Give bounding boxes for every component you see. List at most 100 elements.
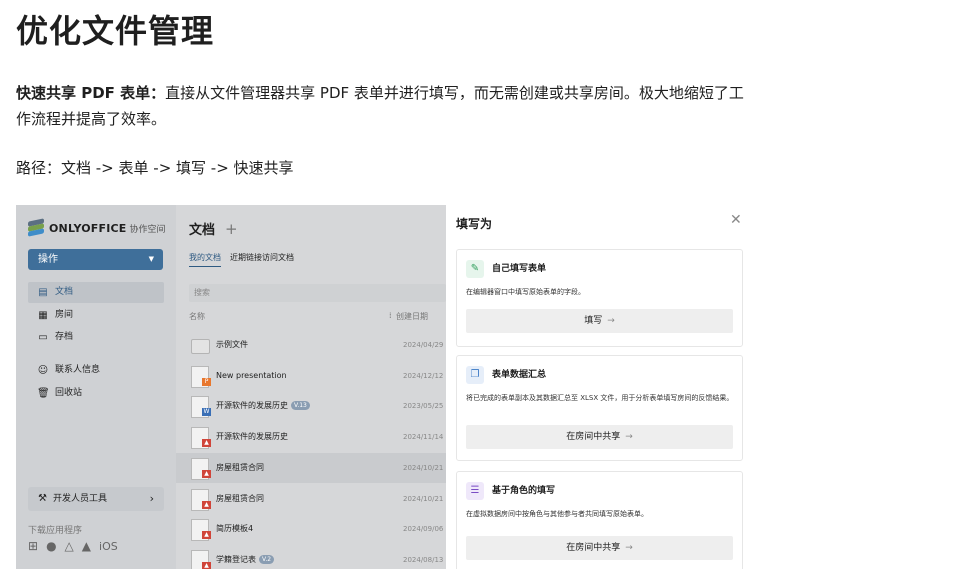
docx-file-icon: W xyxy=(191,396,211,419)
folder-icon xyxy=(191,339,210,354)
file-name: New presentation xyxy=(216,361,287,391)
feature-paragraph: 快速共享 PDF 表单：直接从文件管理器共享 PDF 表单并进行填写，而无需创建… xyxy=(16,80,756,132)
fill-option-card: ✎ 自己填写表单在编辑器窗口中填写原始表单的字段。填写 → xyxy=(456,249,743,347)
file-name-text: 开源软件的发展历史 xyxy=(216,432,288,442)
apple-icon[interactable]: ● xyxy=(46,539,56,553)
document-icon: ▤ xyxy=(38,287,48,298)
panel-title: 填写为 xyxy=(456,217,493,231)
fill-option-card: ❐ 表单数据汇总将已完成的表单副本及其数据汇总至 XLSX 文件，用于分析表单填写… xyxy=(456,355,743,461)
arrow-right-icon: → xyxy=(625,432,633,442)
table-row[interactable]: W 开源软件的发展历史 V.13 2023/05/25 xyxy=(176,391,446,421)
sidebar-item-label: 联系人信息 xyxy=(55,365,101,375)
ios-link[interactable]: iOS xyxy=(99,540,118,553)
fill-option-title: 自己填写表单 xyxy=(492,264,547,274)
list-icon: ☰ xyxy=(466,482,484,500)
file-created-date: 2024/12/12 xyxy=(403,371,444,380)
brand-sub: 协作空间 xyxy=(129,224,166,235)
version-badge: V.2 xyxy=(259,554,275,564)
actions-button-label: 操作 xyxy=(38,254,58,265)
tab-recent-links[interactable]: 近期链接访问文档 xyxy=(230,252,294,267)
file-name: 房屋租赁合同 xyxy=(216,453,264,483)
developer-tools-label: 开发人员工具 xyxy=(52,494,107,504)
sidebar-item-label: 回收站 xyxy=(55,388,83,398)
table-row[interactable]: ▲ 学籍登记表 V.2 2024/08/13 xyxy=(176,545,446,569)
search-input[interactable]: 搜索 xyxy=(189,284,446,302)
fill-option-title: 表单数据汇总 xyxy=(492,370,547,380)
file-name-text: 简历模板4 xyxy=(216,524,254,534)
menu-path: 路径：文档 -> 表单 -> 填写 -> 快速共享 xyxy=(16,159,294,177)
documents-pane: 文档 + 我的文档 近期链接访问文档 搜索 名称 ⁞ 创建日期 示例文件 2024/… xyxy=(176,205,446,569)
file-name-text: New presentation xyxy=(216,370,287,380)
download-apps-label: 下载应用程序 xyxy=(28,526,83,536)
column-created[interactable]: 创建日期 xyxy=(396,311,428,322)
pdf-file-icon: ▲ xyxy=(191,427,211,450)
trash-icon: 🗑 xyxy=(37,388,50,399)
brand-logo: ONLYOFFICE 协作空间 xyxy=(28,218,166,237)
arrow-right-icon: → xyxy=(607,316,615,326)
android-icon[interactable]: ▲ xyxy=(82,539,91,553)
fill-option-button[interactable]: 填写 → xyxy=(466,309,733,333)
file-name: 开源软件的发展历史 V.13 xyxy=(216,391,310,421)
sidebar-item[interactable]: ☺ 联系人信息 xyxy=(28,360,164,381)
copy-icon: ❐ xyxy=(466,366,484,384)
fill-option-button[interactable]: 在房间中共享 → xyxy=(466,536,733,560)
chevron-right-icon: › xyxy=(149,492,154,505)
file-created-date: 2024/09/06 xyxy=(403,525,444,534)
pdf-file-icon: ▲ xyxy=(191,519,211,542)
developer-tools-icon: ⚒ xyxy=(38,493,47,504)
file-created-date: 2024/04/29 xyxy=(403,341,444,349)
actions-button[interactable]: 操作 ▼ xyxy=(28,249,163,270)
table-row[interactable]: ▲ 开源软件的发展历史 2024/11/14 xyxy=(176,422,446,452)
sidebar-item[interactable]: ▭ 存档 xyxy=(28,327,164,348)
sidebar: ONLYOFFICE 协作空间 操作 ▼ ▤ 文档 ▦ 房间 ▭ 存档 ☺ 联系人信息 🗑 回收站… xyxy=(16,205,176,569)
tab-my-documents[interactable]: 我的文档 xyxy=(189,252,221,267)
pdf-file-icon: ▲ xyxy=(191,488,211,511)
file-name-text: 开源软件的发展历史 xyxy=(216,401,288,411)
fill-as-panel: 填写为 ✕ ✎ 自己填写表单在编辑器窗口中填写原始表单的字段。填写 → ❐ 表单数据汇总… xyxy=(446,205,752,569)
developer-tools-button[interactable]: ⚒ 开发人员工具 › xyxy=(28,487,164,511)
sidebar-item[interactable]: ▦ 房间 xyxy=(28,305,164,326)
os-links: ⊞ ● △ ▲ iOS xyxy=(28,539,118,553)
file-created-date: 2023/05/25 xyxy=(403,402,444,411)
documents-title-text: 文档 xyxy=(189,223,216,238)
sidebar-item[interactable]: ▤ 文档 xyxy=(28,282,164,303)
sidebar-item[interactable]: 🗑 回收站 xyxy=(28,383,164,404)
table-row[interactable]: 示例文件 2024/04/29 xyxy=(176,330,446,360)
file-name-text: 房屋租赁合同 xyxy=(216,493,264,503)
table-row[interactable]: P New presentation 2024/12/12 xyxy=(176,361,446,391)
fill-option-description: 在编辑器窗口中填写原始表单的字段。 xyxy=(466,288,585,296)
sidebar-item-label: 房间 xyxy=(55,310,74,320)
file-created-date: 2024/10/21 xyxy=(403,494,444,503)
documents-tabs: 我的文档 近期链接访问文档 xyxy=(189,252,294,267)
file-name-text: 学籍登记表 xyxy=(216,554,256,564)
pencil-icon: ✎ xyxy=(466,260,484,278)
add-icon[interactable]: + xyxy=(225,220,238,238)
fill-option-button[interactable]: 在房间中共享 → xyxy=(466,425,733,449)
file-name: 简历模板4 xyxy=(216,514,253,544)
fill-option-button-label: 填写 xyxy=(584,316,603,326)
feature-label: 快速共享 PDF 表单： xyxy=(16,84,166,102)
column-name[interactable]: 名称 xyxy=(189,312,205,321)
contacts-icon: ☺ xyxy=(37,365,49,376)
archive-icon: ▭ xyxy=(38,332,48,343)
windows-icon[interactable]: ⊞ xyxy=(28,539,38,553)
table-row[interactable]: ▲ 房屋租赁合同 2024/10/21 xyxy=(176,452,446,483)
sidebar-item-label: 存档 xyxy=(55,332,74,342)
file-created-date: 2024/10/21 xyxy=(403,463,444,472)
pdf-file-icon: ▲ xyxy=(191,457,211,480)
linux-icon[interactable]: △ xyxy=(65,539,74,553)
arrow-right-icon: → xyxy=(625,543,633,553)
version-badge: V.13 xyxy=(291,401,310,411)
fill-option-description: 将已完成的表单副本及其数据汇总至 XLSX 文件，用于分析表单填写房间的反馈结果… xyxy=(466,394,734,402)
file-name: 学籍登记表 V.2 xyxy=(216,545,275,569)
pptx-file-icon: P xyxy=(191,365,211,388)
fill-option-button-label: 在房间中共享 xyxy=(566,432,621,442)
fill-option-card: ☰ 基于角色的填写 在虚拟数据房间中按角色与其他参与者共同填写原始表单。 在房间中共享… xyxy=(456,471,743,569)
table-row[interactable]: ▲ 简历模板4 2024/09/06 xyxy=(176,514,446,544)
file-name-text: 示例文件 xyxy=(216,340,248,349)
file-name-text: 房屋租赁合同 xyxy=(216,462,264,472)
documents-title: 文档 + xyxy=(189,219,238,238)
table-row[interactable]: ▲ 房屋租赁合同 2024/10/21 xyxy=(176,484,446,514)
close-icon[interactable]: ✕ xyxy=(730,212,742,228)
file-created-date: 2024/11/14 xyxy=(403,433,444,442)
